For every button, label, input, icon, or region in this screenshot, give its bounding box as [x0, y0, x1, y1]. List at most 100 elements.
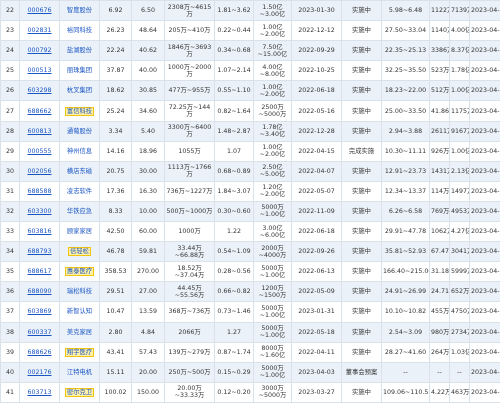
highlighted-stock-name[interactable]: 倍轻松: [68, 247, 91, 256]
stock-name-link[interactable]: 裕同科技: [60, 21, 100, 41]
buyback-price-cap: 40.00: [132, 61, 165, 81]
planned-shares: 44.45万~55.56万: [165, 282, 215, 302]
executed-amount: 3041万: [450, 242, 470, 262]
stock-name-link[interactable]: 美克家居: [60, 322, 100, 342]
planned-shares: 1113万~1766万: [165, 161, 215, 181]
planned-shares: 205万~410万: [165, 21, 215, 41]
update-date: 2023-04-06: [470, 161, 500, 181]
executed-amount: 5999万: [450, 262, 470, 282]
row-index: 41: [1, 382, 20, 402]
executed-shares: 24.71万: [430, 282, 450, 302]
stock-name-link[interactable]: 瑞松科技: [60, 282, 100, 302]
stock-name-link[interactable]: 智度股份: [60, 1, 100, 21]
progress-status: 实施中: [342, 262, 382, 282]
planned-amount: 5000万~1.00亿: [254, 201, 292, 221]
row-index: 32: [1, 201, 20, 221]
executed-shares: 512万: [430, 81, 450, 101]
current-price: 22.24: [100, 41, 132, 61]
stock-name-link[interactable]: 惠泰医疗: [60, 262, 100, 282]
stock-code-link[interactable]: 688626: [20, 342, 60, 362]
share-ratio: 0.30~0.60: [215, 201, 254, 221]
progress-status: 实施中: [342, 101, 382, 121]
executed-amount: 652万: [450, 282, 470, 302]
planned-shares: 139万~279万: [165, 342, 215, 362]
announce-date: 2022-05-16: [292, 101, 342, 121]
stock-name-link[interactable]: 翔宇医疗: [60, 342, 100, 362]
table-row: 28600813通葡股份3.345.403300万~6400万1.48~2.87…: [1, 121, 500, 141]
stock-name-link[interactable]: 江特电机: [60, 362, 100, 382]
stock-name-link[interactable]: 神州信息: [60, 141, 100, 161]
stock-code-link[interactable]: 603869: [20, 302, 60, 322]
stock-name-link[interactable]: 富信科技: [60, 101, 100, 121]
planned-amount: 4.00亿~8.00亿: [254, 61, 292, 81]
executed-amount: 4953万: [450, 201, 470, 221]
planned-shares: 500万~1000万: [165, 201, 215, 221]
announce-date: 2022-12-12: [292, 21, 342, 41]
buyback-price-cap: 34.60: [132, 101, 165, 121]
row-index: 37: [1, 302, 20, 322]
stock-code-link[interactable]: 688662: [20, 101, 60, 121]
stock-code-link[interactable]: 000555: [20, 141, 60, 161]
stock-code-link[interactable]: 000676: [20, 1, 60, 21]
stock-code-link[interactable]: 002056: [20, 161, 60, 181]
highlighted-stock-name[interactable]: 密尔克卫: [65, 388, 94, 397]
planned-amount: 5000万~1.00亿: [254, 322, 292, 342]
stock-name-link[interactable]: 顾家家居: [60, 222, 100, 242]
executed-shares: 67.47万: [430, 242, 450, 262]
current-price: 20.75: [100, 161, 132, 181]
row-index: 31: [1, 181, 20, 201]
planned-shares: 72.25万~144万: [165, 101, 215, 121]
row-index: 30: [1, 161, 20, 181]
stock-name-link[interactable]: 通葡股份: [60, 121, 100, 141]
executed-amount: 2.13亿: [450, 161, 470, 181]
buyback-price-cap: 270.00: [132, 262, 165, 282]
stock-code-link[interactable]: 603298: [20, 81, 60, 101]
buyback-price-cap: 27.00: [132, 282, 165, 302]
stock-code-link[interactable]: 688090: [20, 282, 60, 302]
row-index: 33: [1, 222, 20, 242]
highlighted-stock-name[interactable]: 富信科技: [65, 107, 94, 116]
stock-code-link[interactable]: 688588: [20, 181, 60, 201]
stock-name-link[interactable]: 凌志软件: [60, 181, 100, 201]
share-ratio: 0.73~1.46: [215, 302, 254, 322]
update-date: 2023-04-05: [470, 302, 500, 322]
progress-status: 实施中: [342, 21, 382, 41]
highlighted-stock-name[interactable]: 翔宇医疗: [65, 348, 94, 357]
table-row: 36688090瑞松科技29.5127.0044.45万~55.56万0.66~…: [1, 282, 500, 302]
share-ratio: 1.07: [215, 141, 254, 161]
buyback-price-cap: 150.00: [132, 382, 165, 402]
planned-amount: 5000万~1.00亿: [254, 262, 292, 282]
stock-name-link[interactable]: 杭叉集团: [60, 81, 100, 101]
stock-code-link[interactable]: 600337: [20, 322, 60, 342]
executed-shares: 980万: [430, 322, 450, 342]
stock-name-link[interactable]: 丽珠集团: [60, 61, 100, 81]
stock-code-link[interactable]: 002176: [20, 362, 60, 382]
highlighted-stock-name[interactable]: 惠泰医疗: [65, 267, 94, 276]
share-ratio: 0.82~1.64: [215, 101, 254, 121]
stock-code-link[interactable]: 600813: [20, 121, 60, 141]
current-price: 26.23: [100, 21, 132, 41]
stock-code-link[interactable]: 000792: [20, 41, 60, 61]
announce-date: 2022-04-07: [292, 161, 342, 181]
stock-code-link[interactable]: 603816: [20, 222, 60, 242]
stock-code-link[interactable]: 000513: [20, 61, 60, 81]
buyback-price-cap: 57.43: [132, 342, 165, 362]
current-price: 42.50: [100, 222, 132, 242]
table-row: 29000555神州信息14.1618.961055万1.071.00亿~2.0…: [1, 141, 500, 161]
stock-name-link[interactable]: 横店东磁: [60, 161, 100, 181]
buyback-price-cap: 4.84: [132, 322, 165, 342]
stock-code-link[interactable]: 603713: [20, 382, 60, 402]
stock-name-link[interactable]: 盐湖股份: [60, 41, 100, 61]
update-date: 2023-04-05: [470, 282, 500, 302]
announce-date: 2022-04-11: [292, 342, 342, 362]
stock-code-link[interactable]: 603300: [20, 201, 60, 221]
stock-code-link[interactable]: 002831: [20, 21, 60, 41]
stock-name-link[interactable]: 华铁应急: [60, 201, 100, 221]
planned-shares: 2066万: [165, 322, 215, 342]
stock-name-link[interactable]: 倍轻松: [60, 242, 100, 262]
stock-code-link[interactable]: 688617: [20, 262, 60, 282]
stock-name-link[interactable]: 新智认知: [60, 302, 100, 322]
buyback-price-cap: 60.00: [132, 222, 165, 242]
stock-code-link[interactable]: 688793: [20, 242, 60, 262]
stock-name-link[interactable]: 密尔克卫: [60, 382, 100, 402]
